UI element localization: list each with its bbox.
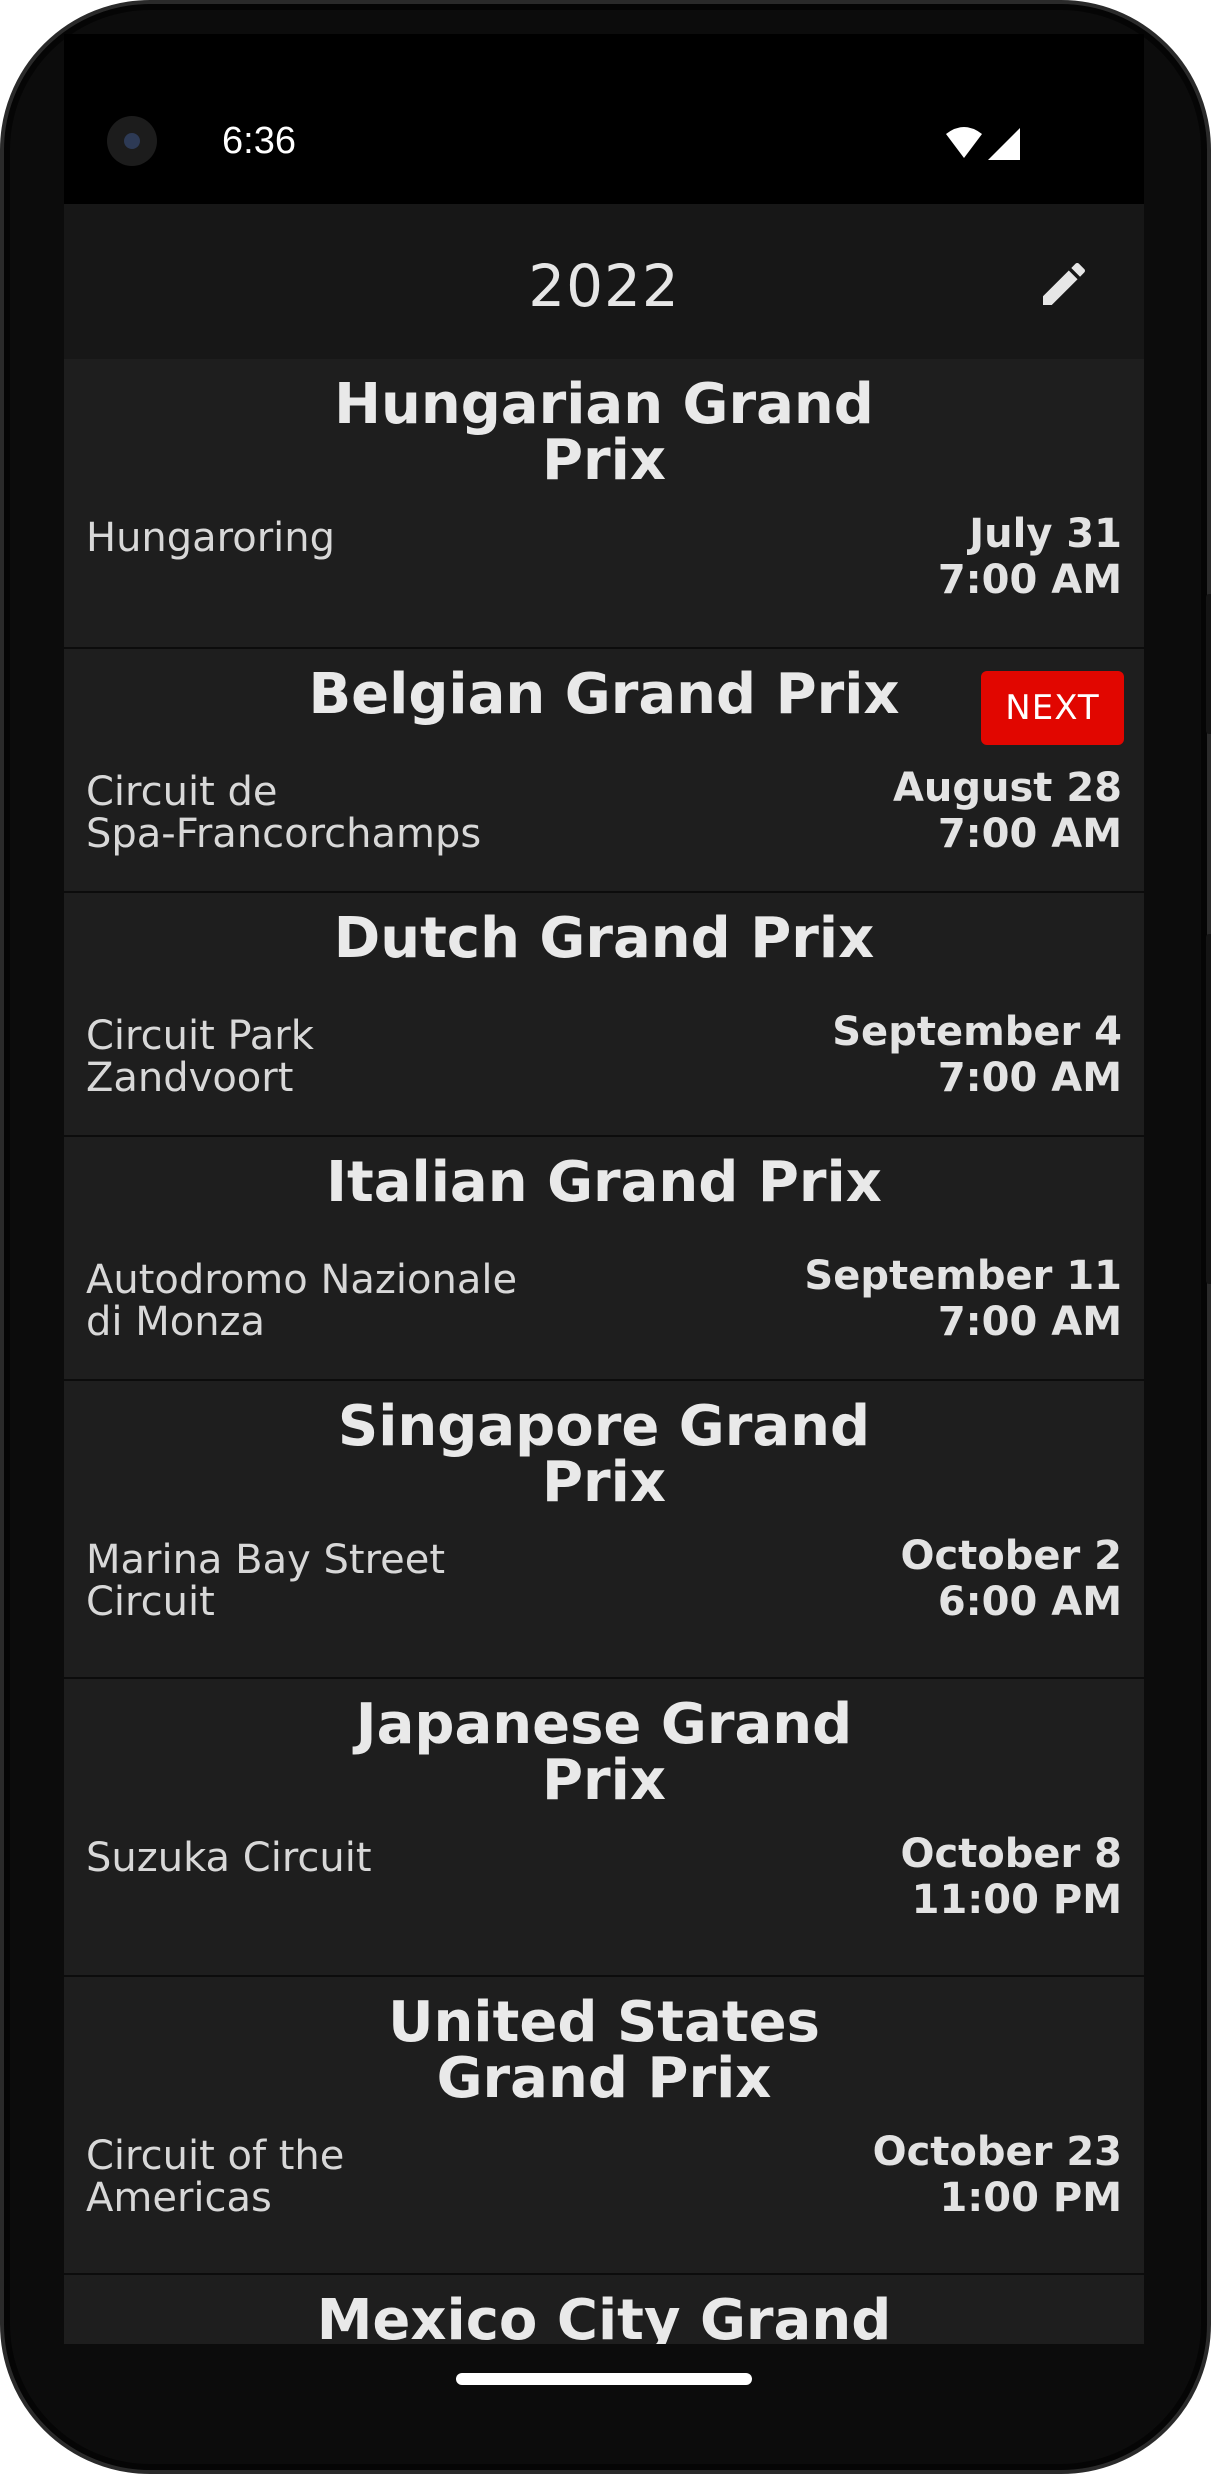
edit-button[interactable]: [1029, 249, 1099, 319]
race-name: Japanese Grand Prix: [254, 1697, 954, 1809]
circuit-name: Autodromo Nazionale di Monza: [86, 1259, 646, 1343]
race-name: Belgian Grand Prix: [254, 667, 954, 723]
circuit-name-line: di Monza: [86, 1299, 266, 1345]
race-name: Hungarian Grand Prix: [254, 377, 954, 489]
race-datetime: October 8 11:00 PM: [682, 1831, 1122, 1923]
race-name-line: Hungarian Grand: [334, 372, 874, 437]
race-row[interactable]: Mexico City Grand: [64, 2275, 1144, 2344]
circuit-name-line: Suzuka Circuit: [86, 1835, 372, 1881]
race-time: 11:00 PM: [911, 1877, 1122, 1923]
race-row[interactable]: Belgian Grand Prix Circuit de Spa-Francorc…: [64, 649, 1144, 893]
race-time: 1:00 PM: [939, 2175, 1122, 2221]
race-name: Mexico City Grand: [254, 2288, 954, 2345]
race-date: September 11: [804, 1253, 1122, 1299]
status-bar: 6:36: [64, 34, 1144, 204]
screen: 6:36 2022 Hungarian Grand Prix Hungarori…: [64, 34, 1144, 2344]
wifi-icon: [946, 127, 982, 158]
race-date: August 28: [892, 765, 1122, 811]
race-time: 7:00 AM: [937, 811, 1122, 857]
circuit-name-line: Autodromo Nazionale: [86, 1257, 518, 1303]
circuit-name-line: Circuit Park: [86, 1013, 314, 1059]
race-calendar-app: 2022 Hungarian Grand Prix Hungaroring July …: [64, 204, 1144, 2344]
race-row[interactable]: Hungarian Grand Prix Hungaroring July 31 7:0…: [64, 359, 1144, 649]
circuit-name-line: Marina Bay Street: [86, 1537, 446, 1583]
race-datetime: July 31 7:00 AM: [682, 511, 1122, 603]
race-name-line: Singapore Grand: [337, 1394, 871, 1459]
race-name: Singapore Grand Prix: [254, 1399, 954, 1511]
race-name-line: Prix: [542, 1748, 666, 1813]
race-row[interactable]: Singapore Grand Prix Marina Bay Street Circ…: [64, 1381, 1144, 1679]
volume-button: [1206, 934, 1211, 1284]
race-row[interactable]: Italian Grand Prix Autodromo Nazionale di …: [64, 1137, 1144, 1381]
race-datetime: September 11 7:00 AM: [682, 1253, 1122, 1345]
race-name-line: Mexico City Grand: [316, 2288, 892, 2345]
race-date: October 23: [872, 2129, 1122, 2175]
race-name-line: Prix: [542, 428, 666, 493]
phone-frame: 6:36 2022 Hungarian Grand Prix Hungarori…: [0, 0, 1211, 2474]
race-datetime: October 23 1:00 PM: [682, 2129, 1122, 2221]
race-date: October 2: [900, 1533, 1122, 1579]
race-name-line: Grand Prix: [436, 2046, 772, 2111]
circuit-name: Circuit de Spa-Francorchamps: [86, 771, 646, 855]
race-row[interactable]: Dutch Grand Prix Circuit Park Zandvoort Sep…: [64, 893, 1144, 1137]
race-name-line: Japanese Grand: [355, 1692, 853, 1757]
pencil-icon: [1043, 262, 1086, 305]
race-name: Dutch Grand Prix: [254, 911, 954, 967]
circuit-name-line: Hungaroring: [86, 515, 336, 561]
race-date: October 8: [900, 1831, 1122, 1877]
status-time: 6:36: [222, 120, 296, 162]
race-name: United States Grand Prix: [254, 1995, 954, 2107]
race-name-line: Dutch Grand Prix: [333, 906, 875, 971]
season-title: 2022: [528, 252, 680, 320]
race-row[interactable]: Japanese Grand Prix Suzuka Circuit October …: [64, 1679, 1144, 1977]
race-name-line: Prix: [542, 1450, 666, 1515]
race-list: Hungarian Grand Prix Hungaroring July 31 7:0…: [64, 359, 1144, 2344]
race-time: 7:00 AM: [937, 1299, 1122, 1345]
race-datetime: September 4 7:00 AM: [682, 1009, 1122, 1101]
race-date: July 31: [969, 511, 1122, 557]
race-datetime: October 2 6:00 AM: [682, 1533, 1122, 1625]
circuit-name-line: Circuit of the: [86, 2133, 345, 2179]
race-time: 6:00 AM: [937, 1579, 1122, 1625]
cellular-signal-icon: [988, 128, 1020, 160]
next-race-badge: NEXT: [981, 671, 1124, 745]
race-datetime: August 28 7:00 AM: [682, 765, 1122, 857]
race-time: 7:00 AM: [937, 1055, 1122, 1101]
race-time: 7:00 AM: [937, 557, 1122, 603]
circuit-name-line: Zandvoort: [86, 1055, 294, 1101]
circuit-name-line: Spa-Francorchamps: [86, 811, 482, 857]
circuit-name: Hungaroring: [86, 517, 646, 559]
circuit-name-line: Americas: [86, 2175, 272, 2221]
circuit-name: Suzuka Circuit: [86, 1837, 646, 1879]
race-name: Italian Grand Prix: [254, 1155, 954, 1211]
status-icons: [944, 126, 1024, 166]
circuit-name-line: Circuit: [86, 1579, 215, 1625]
top-app-bar: 2022: [64, 204, 1144, 359]
circuit-name: Circuit of the Americas: [86, 2135, 646, 2219]
circuit-name-line: Circuit de: [86, 769, 278, 815]
race-name-line: United States: [388, 1990, 820, 2055]
home-indicator[interactable]: [456, 2373, 752, 2385]
circuit-name: Marina Bay Street Circuit: [86, 1539, 646, 1623]
circuit-name: Circuit Park Zandvoort: [86, 1015, 646, 1099]
race-name-line: Italian Grand Prix: [326, 1150, 882, 1215]
power-button: [1206, 594, 1211, 734]
front-camera-icon: [107, 116, 157, 166]
race-row[interactable]: United States Grand Prix Circuit of the Ame…: [64, 1977, 1144, 2275]
race-date: September 4: [832, 1009, 1122, 1055]
race-name-line: Belgian Grand Prix: [308, 662, 900, 727]
